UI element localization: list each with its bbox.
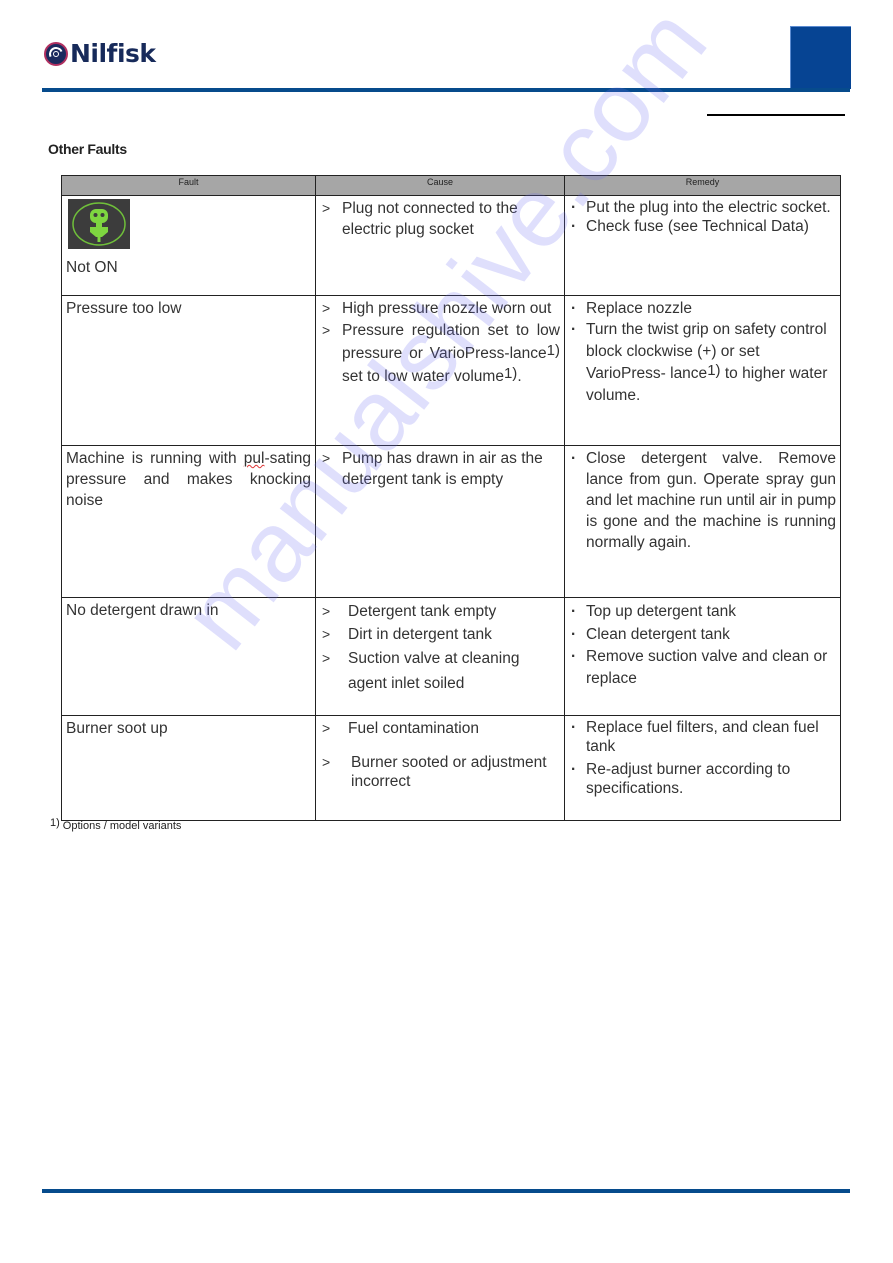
remedy-item: Replace nozzle xyxy=(569,298,836,319)
remedy-item: Re-adjust burner according to specificat… xyxy=(569,760,836,798)
power-plug-icon xyxy=(68,199,130,249)
remedy-item: Replace fuel filters, and clean fuel tan… xyxy=(569,718,836,756)
remedy-item: Turn the twist grip on safety control bl… xyxy=(569,319,836,407)
cause-cell: Detergent tank empty Dirt in detergent t… xyxy=(315,597,565,716)
cause-item: Suction valve at cleaning agent inlet so… xyxy=(320,646,560,696)
column-header-fault: Fault xyxy=(61,175,316,196)
fault-label: Machine is running with pul-sating press… xyxy=(66,448,311,511)
column-header-remedy: Remedy xyxy=(564,175,841,196)
fault-cell: Burner soot up xyxy=(61,715,316,821)
fault-cell: Not ON xyxy=(61,195,316,296)
nilfisk-emblem-icon xyxy=(44,42,68,66)
header-divider xyxy=(42,88,850,92)
remedy-item: Check fuse (see Technical Data) xyxy=(569,217,836,236)
cause-text: . xyxy=(517,368,522,385)
table-row: Burner soot up Fuel contamination Burner… xyxy=(61,715,841,821)
faults-table: Fault Cause Remedy Not ON > Plug not con… xyxy=(61,175,841,821)
footnote-ref: 1) xyxy=(503,365,518,382)
fault-label: Pressure too low xyxy=(66,300,182,317)
cause-cell: Pump has drawn in air as the detergent t… xyxy=(315,445,565,598)
remedy-cell: Replace fuel filters, and clean fuel tan… xyxy=(564,715,841,821)
footnote-marker: 1) xyxy=(50,817,60,829)
nilfisk-logo: Nilfisk xyxy=(44,40,156,68)
cause-item: Dirt in detergent tank xyxy=(320,623,560,646)
remedy-item: Close detergent valve. Remove lance from… xyxy=(569,448,836,553)
remedy-cell: Put the plug into the electric socket. C… xyxy=(564,195,841,296)
fault-cell: Machine is running with pul-sating press… xyxy=(61,445,316,598)
table-header-row: Fault Cause Remedy xyxy=(61,175,841,196)
cause-item: Detergent tank empty xyxy=(320,600,560,623)
column-header-cause: Cause xyxy=(315,175,565,196)
footnote-text: Options / model variants xyxy=(62,820,182,832)
footnote: 1) Options / model variants xyxy=(50,817,182,832)
table-row: Not ON Plug not connected to the electri… xyxy=(61,195,841,296)
table-row: Machine is running with pul-sating press… xyxy=(61,445,841,598)
fault-text-misspelled: pul xyxy=(243,450,265,467)
brand-name: Nilfisk xyxy=(70,39,156,68)
footer-divider xyxy=(42,1189,850,1193)
remedy-item: Put the plug into the electric socket. xyxy=(569,198,836,217)
fault-label: Not ON xyxy=(66,259,118,276)
fault-cell: No detergent drawn in xyxy=(61,597,316,716)
cause-cell: Fuel contamination Burner sooted or adju… xyxy=(315,715,565,821)
cause-item: Fuel contamination xyxy=(320,718,560,739)
cause-cell: Plug not connected to the electric plug … xyxy=(315,195,565,296)
section-title: Other Faults xyxy=(48,141,127,157)
remedy-item: Remove suction valve and clean or replac… xyxy=(569,646,836,690)
fault-label: Burner soot up xyxy=(66,720,168,737)
table-row: No detergent drawn in Detergent tank emp… xyxy=(61,597,841,716)
cause-item: Plug not connected to the electric plug … xyxy=(320,198,560,240)
fault-text: Machine is running with xyxy=(66,450,244,467)
footnote-ref: 1) xyxy=(707,362,721,379)
footnote-ref: 1) xyxy=(546,342,560,359)
cause-item: Burner sooted or adjustment incorrect xyxy=(320,753,560,791)
cause-item: Pump has drawn in air as the detergent t… xyxy=(320,448,560,490)
section-rule xyxy=(707,114,845,116)
remedy-cell: Close detergent valve. Remove lance from… xyxy=(564,445,841,598)
remedy-item: Clean detergent tank xyxy=(569,623,836,646)
remedy-cell: Top up detergent tank Clean detergent ta… xyxy=(564,597,841,716)
cause-text: Pressure regulation set to low pressure … xyxy=(342,322,560,362)
table-row: Pressure too low High pressure nozzle wo… xyxy=(61,295,841,446)
remedy-cell: Replace nozzle Turn the twist grip on sa… xyxy=(564,295,841,446)
chapter-tab xyxy=(790,26,851,89)
remedy-item: Top up detergent tank xyxy=(569,600,836,623)
fault-cell: Pressure too low xyxy=(61,295,316,446)
cause-item: Pressure regulation set to low pressure … xyxy=(320,319,560,388)
fault-label: No detergent drawn in xyxy=(66,602,219,619)
cause-item: High pressure nozzle worn out xyxy=(320,298,560,319)
cause-cell: High pressure nozzle worn out Pressure r… xyxy=(315,295,565,446)
cause-text: set to low water volume xyxy=(342,368,504,385)
